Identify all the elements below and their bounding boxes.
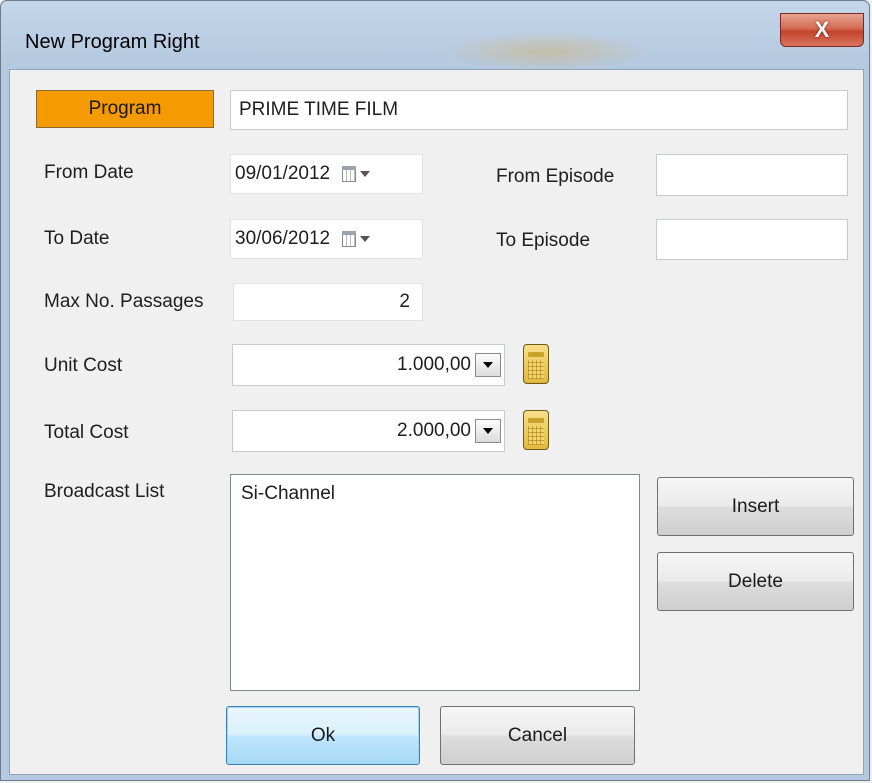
chevron-down-icon[interactable]	[360, 236, 371, 242]
to-date-picker[interactable]: 30/06/2012	[230, 219, 423, 259]
unit-cost-input[interactable]: 1.000,00	[232, 344, 505, 386]
chevron-down-icon[interactable]	[360, 171, 371, 177]
from-date-value: 09/01/2012	[235, 163, 331, 184]
calendar-icon[interactable]	[342, 166, 357, 182]
calculator-icon	[528, 418, 544, 423]
from-date-label: From Date	[44, 162, 134, 183]
max-passages-label: Max No. Passages	[44, 291, 204, 312]
unit-cost-label: Unit Cost	[44, 355, 123, 376]
from-date-picker[interactable]: 09/01/2012	[230, 154, 423, 194]
chevron-down-icon	[483, 428, 493, 434]
list-item[interactable]: Si-Channel	[241, 483, 629, 505]
broadcast-listbox[interactable]: Si-Channel	[230, 474, 640, 691]
total-cost-dropdown-button[interactable]	[475, 419, 501, 443]
chevron-down-icon	[483, 362, 493, 368]
total-cost-value: 2.000,00	[397, 420, 471, 441]
from-episode-label: From Episode	[496, 166, 615, 187]
total-cost-input[interactable]: 2.000,00	[232, 410, 505, 452]
calculator-keys	[528, 426, 544, 445]
to-episode-label: To Episode	[496, 230, 591, 251]
insert-button[interactable]: Insert	[657, 477, 854, 536]
calculator-icon	[528, 352, 544, 357]
total-cost-label: Total Cost	[44, 422, 129, 443]
unit-cost-calculator-button[interactable]	[523, 344, 549, 384]
to-episode-input[interactable]	[656, 219, 848, 260]
to-date-label: To Date	[44, 228, 110, 249]
window-title: New Program Right	[25, 31, 200, 53]
ok-button[interactable]: Ok	[226, 706, 420, 765]
close-button[interactable]: X	[780, 13, 864, 47]
program-input[interactable]: PRIME TIME FILM	[230, 90, 848, 130]
total-cost-calculator-button[interactable]	[523, 410, 549, 450]
program-button[interactable]: Program	[36, 90, 214, 128]
calculator-keys	[528, 360, 544, 379]
program-value: PRIME TIME FILM	[239, 99, 399, 120]
close-icon: X	[814, 17, 830, 42]
calendar-icon[interactable]	[342, 231, 357, 247]
from-episode-input[interactable]	[656, 154, 848, 196]
cancel-button[interactable]: Cancel	[440, 706, 635, 765]
title-glow	[441, 31, 651, 71]
broadcast-list-label: Broadcast List	[44, 481, 165, 502]
max-passages-input[interactable]: 2	[233, 283, 423, 321]
delete-button[interactable]: Delete	[657, 552, 854, 611]
to-date-value: 30/06/2012	[235, 228, 331, 249]
max-passages-value: 2	[399, 291, 410, 312]
unit-cost-value: 1.000,00	[397, 354, 471, 375]
unit-cost-dropdown-button[interactable]	[475, 353, 501, 377]
